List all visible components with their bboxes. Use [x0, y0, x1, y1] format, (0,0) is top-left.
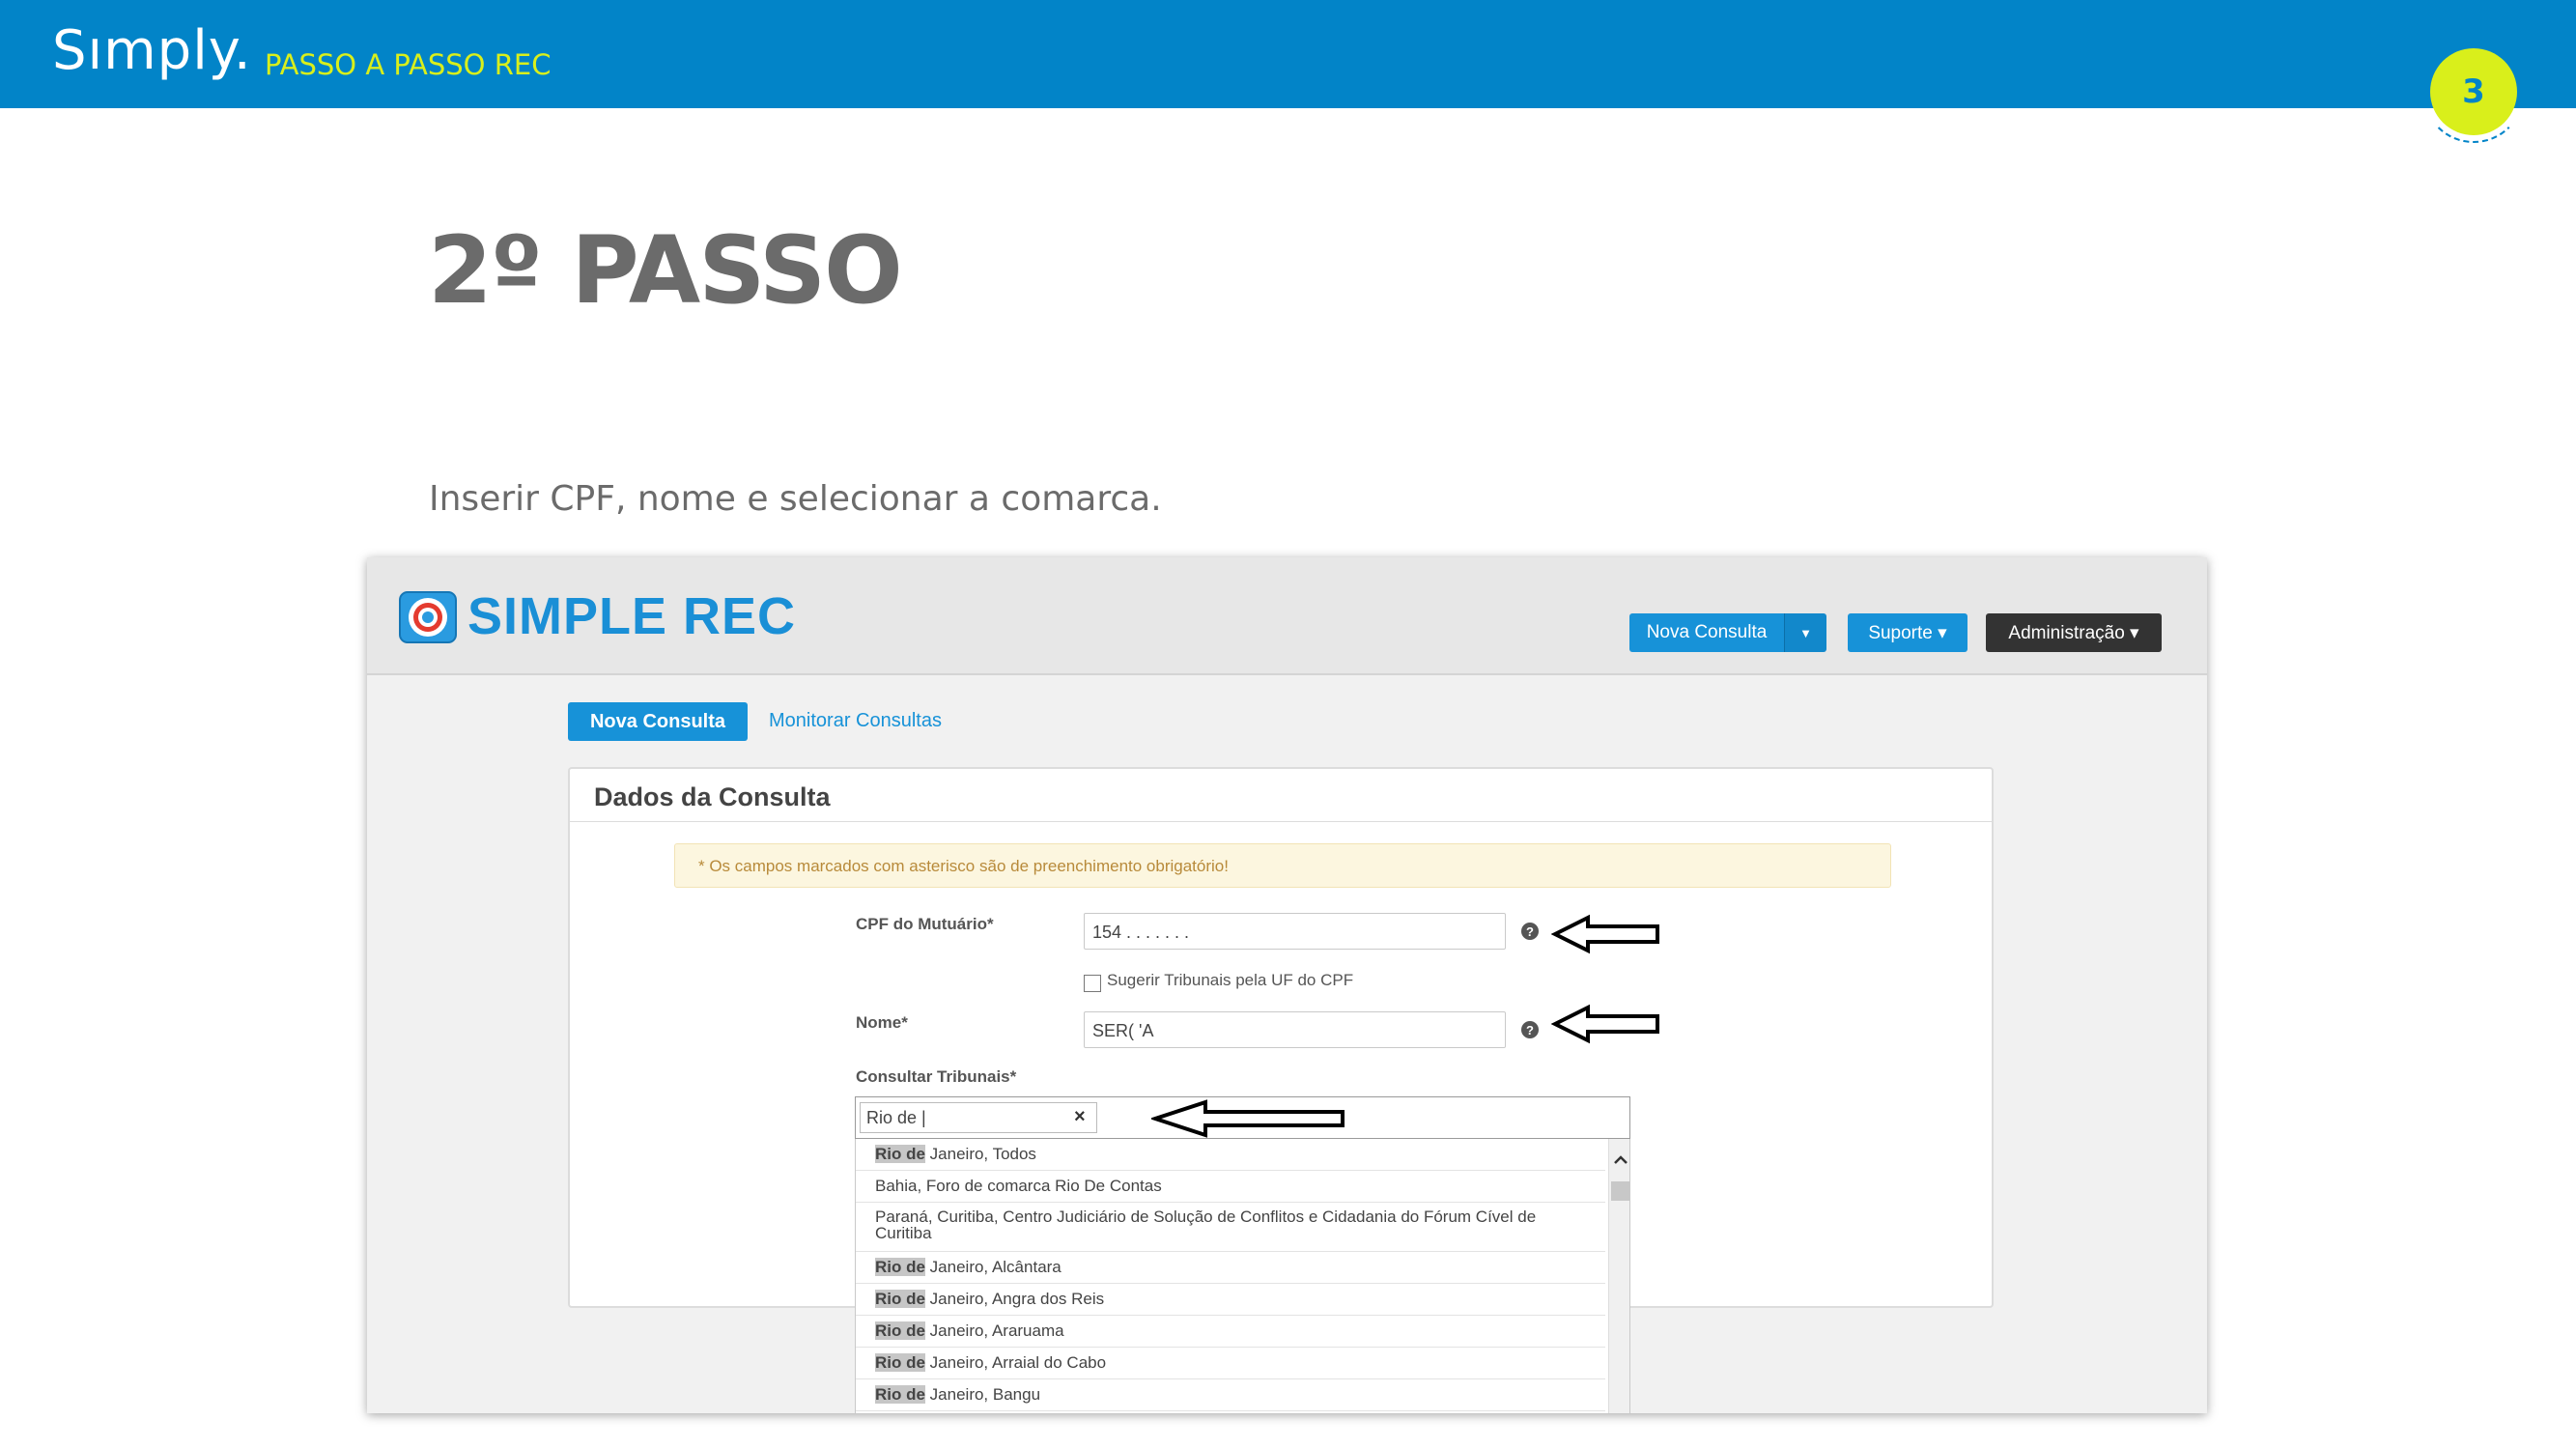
required-fields-notice: * Os campos marcados com asterisco são d… [674, 843, 1891, 888]
app-header: SIMPLE REC Nova Consulta ▼ Suporte ▾ Adm… [367, 557, 2207, 675]
panel-title: Dados da Consulta [594, 782, 831, 811]
tribunais-dropdown: Rio de Janeiro, Todos Bahia, Foro de com… [855, 1139, 1630, 1413]
dropdown-option[interactable]: Rio de Janeiro, Todos [856, 1139, 1605, 1171]
dropdown-option[interactable]: Rio de Janeiro, Angra dos Reis [856, 1284, 1605, 1316]
page-number-badge: 3 [2430, 48, 2517, 135]
cpf-input[interactable]: 154 . . . . . . . [1084, 913, 1506, 950]
step-title: 2º PASSO [428, 216, 903, 325]
caret-down-icon: ▼ [1799, 625, 1812, 640]
panel-divider [570, 821, 1992, 822]
app-logo-text: SIMPLE REC [467, 587, 797, 645]
sugerir-tribunais-label: Sugerir Tribunais pela UF do CPF [1107, 971, 1354, 989]
suporte-button[interactable]: Suporte ▾ [1848, 613, 1967, 652]
sugerir-tribunais-checkbox[interactable] [1084, 975, 1101, 992]
nova-consulta-button[interactable]: Nova Consulta [1629, 613, 1784, 652]
step-description: Inserir CPF, nome e selecionar a comarca… [429, 479, 1162, 519]
dropdown-option[interactable]: Bahia, Foro de comarca Rio De Contas [856, 1171, 1605, 1203]
nova-consulta-dropdown-button[interactable]: ▼ [1784, 613, 1826, 652]
dropdown-option[interactable]: Paraná, Curitiba, Centro Judiciário de S… [856, 1203, 1605, 1252]
chevron-up-icon[interactable] [1613, 1152, 1628, 1168]
scrollbar-thumb[interactable] [1611, 1181, 1629, 1201]
simple-rec-logo-icon [399, 591, 457, 643]
nome-help-icon[interactable]: ? [1521, 1021, 1539, 1038]
section-title: PASSO A PASSO REC [265, 48, 552, 81]
clear-icon[interactable]: × [1074, 1106, 1086, 1128]
dropdown-scrollbar[interactable] [1608, 1139, 1629, 1413]
tribunais-label: Consultar Tribunais* [856, 1067, 1017, 1086]
brand-logo: Sımply. [52, 19, 252, 82]
nome-label: Nome* [856, 1013, 908, 1032]
cpf-label: CPF do Mutuário* [856, 915, 994, 933]
cpf-help-icon[interactable]: ? [1521, 923, 1539, 940]
app-screenshot: SIMPLE REC Nova Consulta ▼ Suporte ▾ Adm… [367, 557, 2207, 1413]
nome-input[interactable]: SER( 'A [1084, 1011, 1506, 1048]
tab-monitorar-consultas[interactable]: Monitorar Consultas [769, 710, 942, 732]
dropdown-option[interactable]: Rio de Janeiro, Alcântara [856, 1252, 1605, 1284]
dropdown-option[interactable]: Rio de Janeiro, Araruama [856, 1316, 1605, 1348]
arrow-left-icon [1151, 1099, 1345, 1138]
arrow-left-icon [1551, 914, 1659, 954]
administracao-button[interactable]: Administração ▾ [1986, 613, 2162, 652]
dropdown-option[interactable]: Rio de Janeiro, Bangu [856, 1379, 1605, 1411]
arrow-left-icon [1551, 1004, 1659, 1044]
tab-nova-consulta[interactable]: Nova Consulta [568, 702, 748, 741]
slide-topbar: Sımply. PASSO A PASSO REC [0, 0, 2576, 108]
tribunais-search-input[interactable]: Rio de | [860, 1102, 1097, 1133]
dropdown-option[interactable]: Rio de Janeiro, Arraial do Cabo [856, 1348, 1605, 1379]
